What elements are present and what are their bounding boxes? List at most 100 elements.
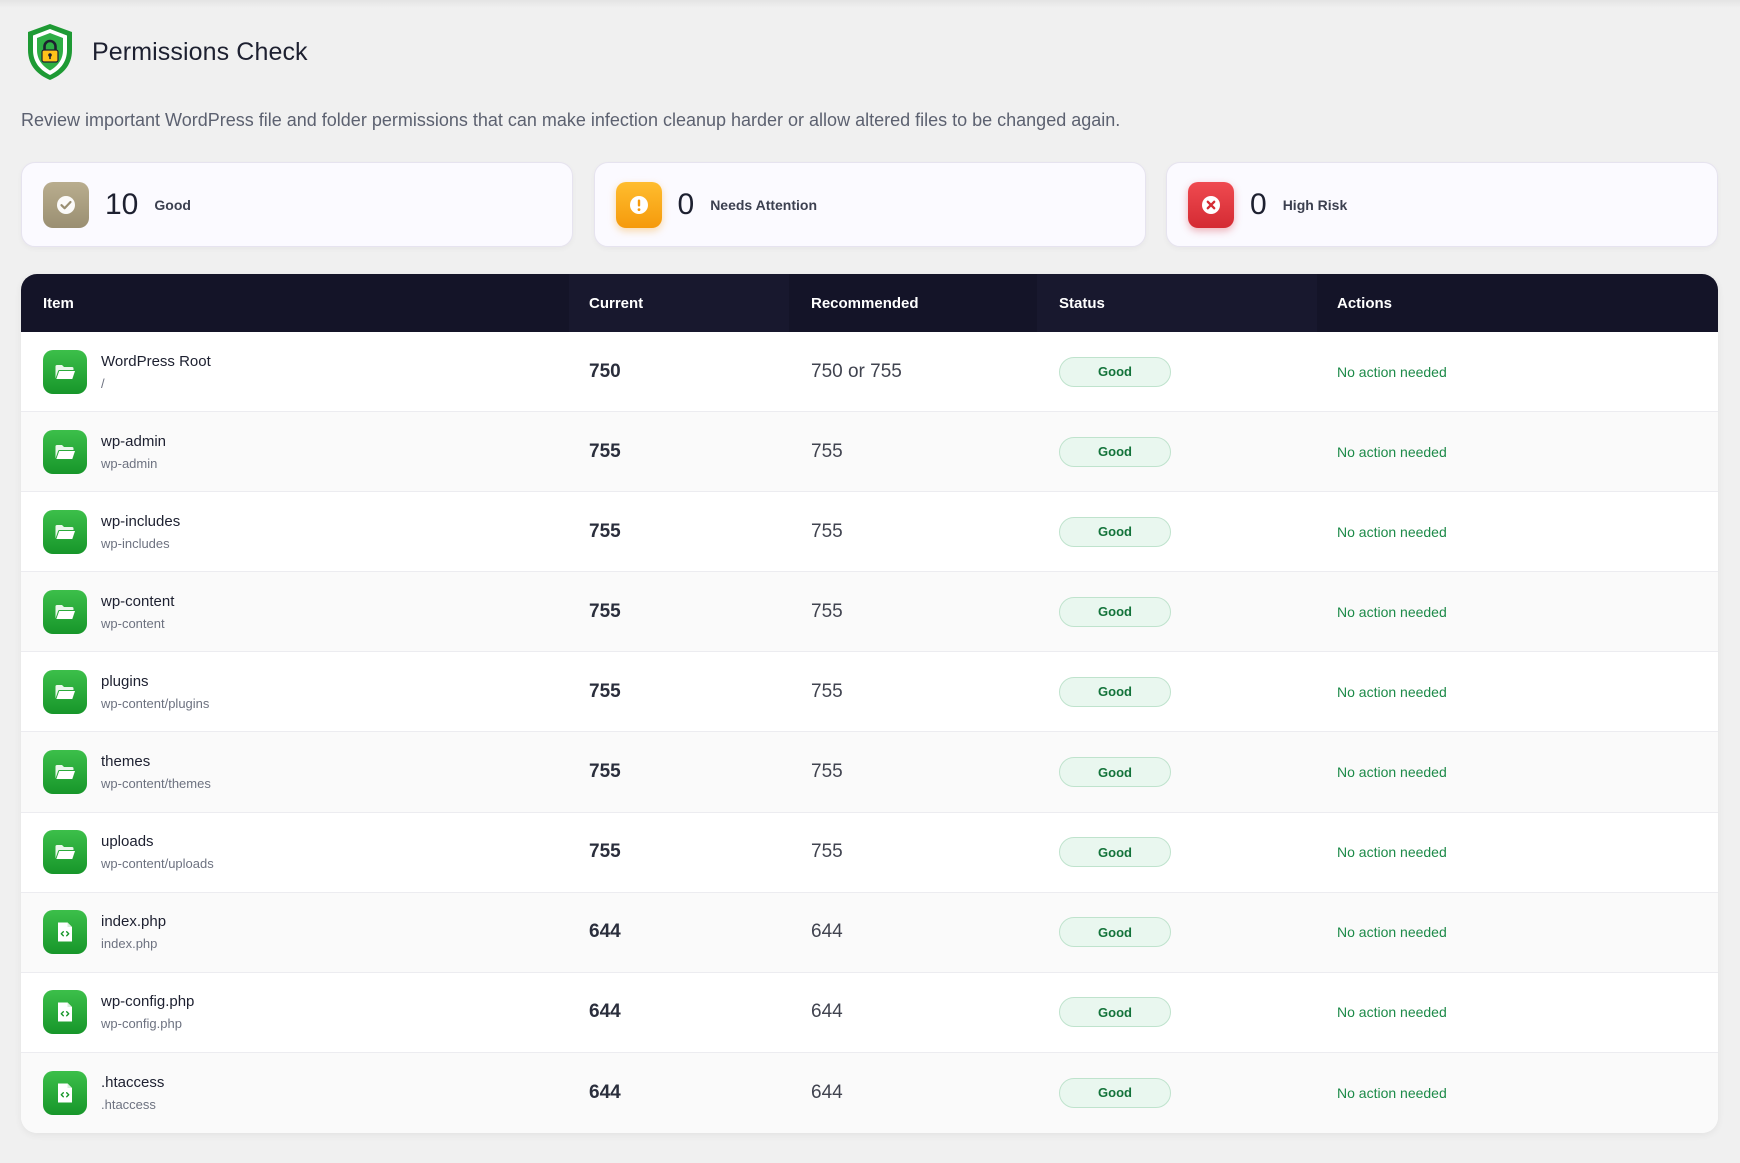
actions-cell: No action needed: [1317, 1053, 1718, 1133]
status-cell: Good: [1037, 1053, 1317, 1133]
item-path: wp-content: [101, 615, 165, 631]
status-cell: Good: [1037, 332, 1317, 411]
item-cell: wp-config.php wp-config.php: [21, 973, 569, 1052]
item-cell: themes wp-content/themes: [21, 732, 569, 811]
recommended-cell: 755: [789, 492, 1037, 571]
table-row: uploads wp-content/uploads 755 755 Good …: [21, 813, 1718, 893]
table-row: .htaccess .htaccess 644 644 Good No acti…: [21, 1052, 1718, 1133]
item-name: wp-config.php: [101, 993, 195, 1011]
good-count: 10: [105, 187, 139, 221]
item-name: WordPress Root: [101, 352, 211, 370]
folder-open-icon: [43, 830, 87, 875]
actions-cell: No action needed: [1317, 492, 1718, 571]
recommended-permission: 755: [811, 841, 843, 863]
actions-cell: No action needed: [1317, 652, 1718, 731]
item-name: wp-admin: [101, 432, 167, 450]
recommended-permission: 755: [811, 600, 843, 622]
table-row: WordPress Root / 750 750 or 755 Good No …: [21, 332, 1718, 413]
status-cell: Good: [1037, 492, 1317, 571]
status-cell: Good: [1037, 973, 1317, 1052]
table-row: wp-admin wp-admin 755 755 Good No action…: [21, 412, 1718, 493]
risk-label: High Risk: [1282, 196, 1348, 213]
current-cell: 755: [569, 732, 789, 811]
current-cell: 755: [569, 492, 789, 571]
item-cell: .htaccess .htaccess: [21, 1053, 569, 1133]
status-badge: Good: [1059, 436, 1171, 467]
good-label: Good: [154, 196, 191, 213]
item-name: uploads: [101, 833, 154, 851]
column-header-item: Item: [43, 294, 74, 312]
summary-card-attention: 0 Needs Attention: [593, 162, 1146, 247]
recommended-permission: 755: [811, 680, 843, 702]
item-path: wp-content/plugins: [101, 695, 210, 711]
current-permission: 644: [589, 1081, 621, 1103]
recommended-cell: 644: [789, 893, 1037, 972]
current-permission: 644: [589, 921, 621, 943]
status-cell: Good: [1037, 572, 1317, 651]
status-cell: Good: [1037, 732, 1317, 811]
current-permission: 755: [589, 600, 621, 622]
item-cell: index.php index.php: [21, 893, 569, 972]
item-name: themes: [101, 753, 151, 771]
item-path: wp-content/themes: [101, 776, 211, 792]
recommended-permission: 755: [811, 761, 843, 783]
action-text: No action needed: [1337, 363, 1447, 380]
table-row: index.php index.php 644 644 Good No acti…: [21, 892, 1718, 973]
folder-open-icon: [43, 429, 87, 474]
recommended-permission: 750 or 755: [811, 360, 902, 382]
summary-card-good: 10 Good: [21, 162, 573, 247]
column-header-recommended: Recommended: [811, 294, 919, 312]
file-code-icon: [43, 990, 87, 1035]
action-text: No action needed: [1337, 443, 1447, 460]
actions-cell: No action needed: [1317, 412, 1718, 491]
current-cell: 750: [569, 332, 789, 411]
status-cell: Good: [1037, 412, 1317, 491]
column-header-current: Current: [569, 274, 789, 332]
recommended-permission: 644: [811, 1001, 843, 1023]
recommended-cell: 755: [789, 652, 1037, 731]
item-path: wp-admin: [101, 455, 158, 471]
recommended-cell: 750 or 755: [789, 332, 1037, 411]
status-cell: Good: [1037, 652, 1317, 731]
current-permission: 644: [589, 1001, 621, 1023]
current-permission: 755: [589, 520, 621, 542]
exclamation-circle-icon: [615, 181, 662, 228]
table-header: Item Current Recommended Status Actions: [21, 274, 1718, 332]
summary-cards: 10 Good 0 Needs Attention 0 High Risk: [21, 162, 1718, 247]
status-badge: Good: [1059, 596, 1171, 627]
status-cell: Good: [1037, 813, 1317, 892]
table-row: plugins wp-content/plugins 755 755 Good …: [21, 652, 1718, 733]
current-cell: 755: [569, 813, 789, 892]
current-cell: 644: [569, 973, 789, 1052]
recommended-permission: 755: [811, 440, 843, 462]
action-text: No action needed: [1337, 1004, 1447, 1021]
table-row: wp-config.php wp-config.php 644 644 Good…: [21, 973, 1718, 1053]
recommended-permission: 644: [811, 921, 843, 943]
item-cell: uploads wp-content/uploads: [21, 813, 569, 892]
status-cell: Good: [1037, 893, 1317, 972]
status-badge: Good: [1059, 837, 1171, 868]
actions-cell: No action needed: [1317, 973, 1718, 1052]
current-permission: 755: [589, 841, 621, 863]
page-subtitle: Review important WordPress file and fold…: [21, 110, 1121, 130]
actions-cell: No action needed: [1317, 813, 1718, 892]
column-header-actions: Actions: [1337, 294, 1393, 312]
recommended-permission: 644: [811, 1081, 843, 1103]
page-header: Permissions Check: [24, 22, 308, 82]
current-cell: 755: [569, 652, 789, 731]
table-body: WordPress Root / 750 750 or 755 Good No …: [21, 332, 1718, 1133]
recommended-cell: 755: [789, 813, 1037, 892]
item-name: plugins: [101, 672, 149, 690]
table-row: themes wp-content/themes 755 755 Good No…: [21, 732, 1718, 813]
file-code-icon: [43, 910, 87, 955]
recommended-cell: 755: [789, 412, 1037, 491]
folder-open-icon: [43, 669, 87, 714]
recommended-cell: 755: [789, 732, 1037, 811]
action-text: No action needed: [1337, 1084, 1447, 1101]
item-path: wp-config.php: [101, 1016, 182, 1032]
current-cell: 755: [569, 572, 789, 651]
item-cell: WordPress Root /: [21, 332, 569, 411]
item-path: /: [101, 375, 105, 391]
table-row: wp-includes wp-includes 755 755 Good No …: [21, 492, 1718, 573]
actions-cell: No action needed: [1317, 572, 1718, 651]
